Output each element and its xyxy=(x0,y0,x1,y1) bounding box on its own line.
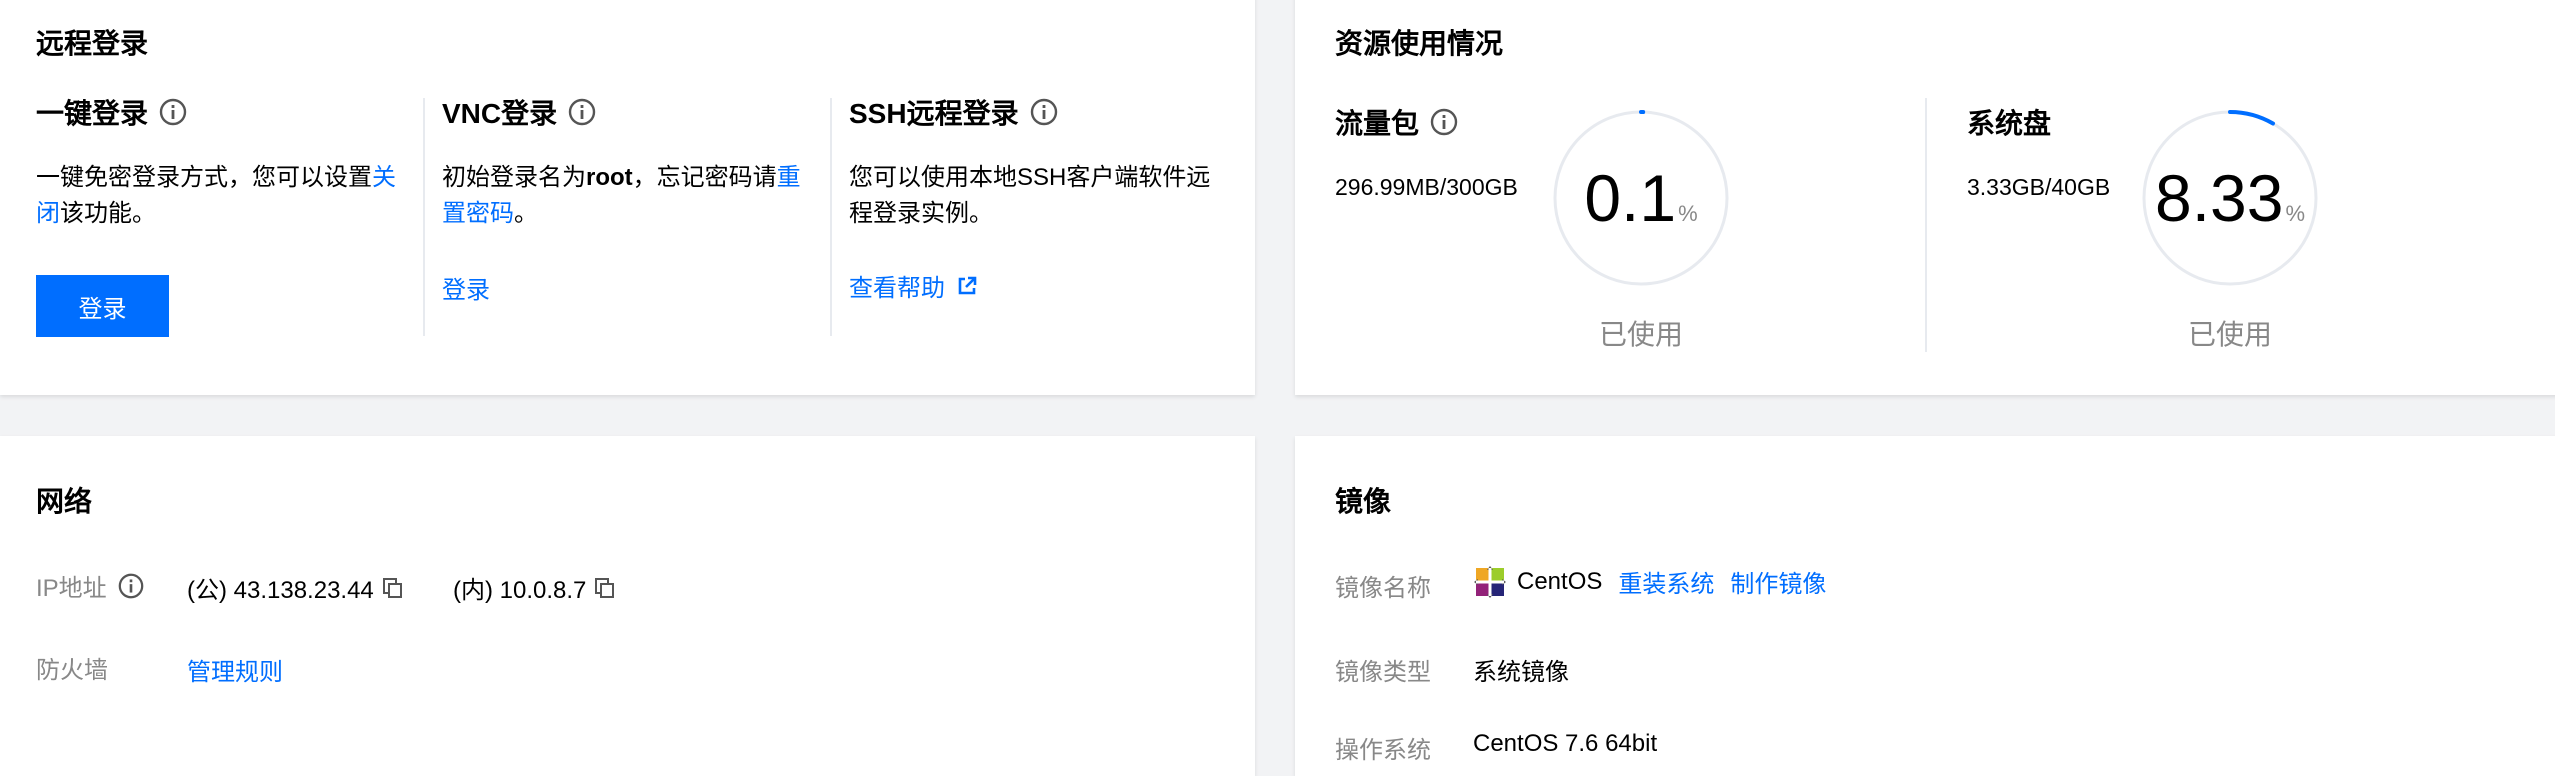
one-click-login-button[interactable]: 登录 xyxy=(36,275,169,337)
one-click-login-desc: 一键免密登录方式，您可以设置关闭该功能。 xyxy=(36,160,406,232)
ip-label-text: IP地址 xyxy=(36,568,107,603)
private-ip: (内) 10.0.8.7 xyxy=(453,570,616,605)
disk-used-caption: 已使用 xyxy=(2120,313,2340,353)
image-type-label: 镜像类型 xyxy=(1335,652,1431,687)
disk-percent: 8.33% xyxy=(2140,160,2320,236)
public-ip: (公) 43.138.23.44 xyxy=(187,570,404,605)
ssh-login-title: SSH远程登录 xyxy=(849,92,1059,132)
one-click-desc-suffix: 该功能。 xyxy=(60,200,156,227)
network-title: 网络 xyxy=(36,480,92,520)
private-ip-value: (内) 10.0.8.7 xyxy=(453,570,586,605)
make-image-link[interactable]: 制作镜像 xyxy=(1730,564,1826,599)
info-icon[interactable] xyxy=(567,97,597,127)
info-icon[interactable] xyxy=(158,97,188,127)
vnc-login-desc: 初始登录名为root，忘记密码请重置密码。 xyxy=(442,160,812,232)
traffic-usage-gauge: 0.1% xyxy=(1551,108,1731,288)
login-divider-2 xyxy=(830,98,832,336)
image-title: 镜像 xyxy=(1335,480,1391,520)
network-card: 网络 IP地址 (公) 43.138.23.44 (内) 10.0.8.7 防火… xyxy=(0,436,1255,776)
vnc-login-link[interactable]: 登录 xyxy=(442,270,490,305)
info-icon[interactable] xyxy=(117,572,145,600)
traffic-used-caption: 已使用 xyxy=(1531,313,1751,353)
traffic-title-text: 流量包 xyxy=(1335,102,1419,142)
remote-login-title: 远程登录 xyxy=(36,22,148,62)
traffic-usage-value: 296.99MB/300GB xyxy=(1335,174,1518,201)
one-click-desc-prefix: 一键免密登录方式，您可以设置 xyxy=(36,164,372,191)
copy-icon[interactable] xyxy=(382,577,404,599)
ssh-desc-line2: 程登录实例。 xyxy=(849,196,1239,232)
manage-rules-link[interactable]: 管理规则 xyxy=(187,652,283,687)
resource-usage-title: 资源使用情况 xyxy=(1335,22,1503,62)
one-click-login-title-text: 一键登录 xyxy=(36,92,148,132)
image-type-value: 系统镜像 xyxy=(1473,652,1569,687)
vnc-desc-suffix: ，忘记密码请 xyxy=(633,164,777,191)
disk-usage-gauge: 8.33% xyxy=(2140,108,2320,288)
os-label: 操作系统 xyxy=(1335,730,1431,765)
info-icon[interactable] xyxy=(1429,107,1459,137)
vnc-login-title-text: VNC登录 xyxy=(442,92,557,132)
traffic-percent-unit: % xyxy=(1678,201,1698,226)
disk-percent-value: 8.33 xyxy=(2155,161,2283,235)
login-divider-1 xyxy=(423,98,425,336)
view-help-label: 查看帮助 xyxy=(849,268,945,303)
traffic-percent-value: 0.1 xyxy=(1584,161,1676,235)
image-name-value: CentOS xyxy=(1517,568,1602,596)
os-value: CentOS 7.6 64bit xyxy=(1473,730,1657,758)
resource-usage-card: 资源使用情况 流量包 296.99MB/300GB 0.1% 已使用 系统盘 3… xyxy=(1295,0,2555,395)
copy-icon[interactable] xyxy=(594,577,616,599)
one-click-login-title: 一键登录 xyxy=(36,92,188,132)
info-icon[interactable] xyxy=(1029,97,1059,127)
vnc-desc-username: root xyxy=(586,164,633,191)
reinstall-system-link[interactable]: 重装系统 xyxy=(1618,564,1714,599)
image-card: 镜像 镜像名称 CentOS 重装系统 制作镜像 镜像类型 系统镜像 操作系统 … xyxy=(1295,436,2555,776)
ip-address-label: IP地址 xyxy=(36,568,145,603)
traffic-package-title: 流量包 xyxy=(1335,102,1459,142)
ssh-desc-line1: 您可以使用本地SSH客户端软件远 xyxy=(849,160,1239,196)
image-name-label: 镜像名称 xyxy=(1335,568,1431,603)
vnc-login-title: VNC登录 xyxy=(442,92,597,132)
centos-logo-icon xyxy=(1473,565,1507,599)
disk-percent-unit: % xyxy=(2285,201,2305,226)
system-disk-title: 系统盘 xyxy=(1967,102,2051,142)
disk-usage-value: 3.33GB/40GB xyxy=(1967,174,2110,201)
vnc-desc-end: 。 xyxy=(514,200,538,227)
traffic-percent: 0.1% xyxy=(1551,160,1731,236)
remote-login-card: 远程登录 一键登录 一键免密登录方式，您可以设置关闭该功能。 登录 VNC登录 … xyxy=(0,0,1255,395)
external-link-icon xyxy=(955,274,979,298)
gauge-arc xyxy=(2230,112,2273,124)
view-help-link[interactable]: 查看帮助 xyxy=(849,268,979,303)
public-ip-value: (公) 43.138.23.44 xyxy=(187,570,374,605)
vnc-desc-prefix: 初始登录名为 xyxy=(442,164,586,191)
firewall-label: 防火墙 xyxy=(36,650,108,685)
ssh-login-desc: 您可以使用本地SSH客户端软件远 程登录实例。 xyxy=(849,160,1239,232)
ssh-login-title-text: SSH远程登录 xyxy=(849,92,1019,132)
resource-divider xyxy=(1925,98,1927,352)
image-name-row: CentOS 重装系统 制作镜像 xyxy=(1473,564,1826,599)
